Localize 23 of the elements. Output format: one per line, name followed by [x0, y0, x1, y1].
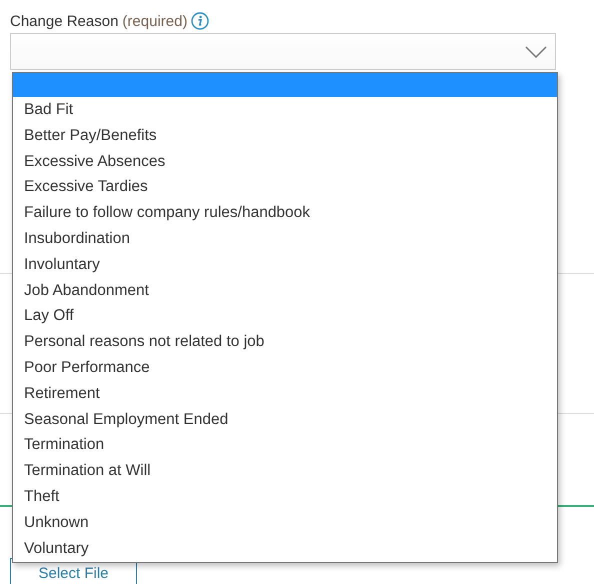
dropdown-option[interactable]: Termination at Will: [13, 458, 557, 484]
dropdown-option[interactable]: Lay Off: [13, 303, 557, 330]
dropdown-option[interactable]: Excessive Absences: [13, 148, 557, 174]
dropdown-option[interactable]: [13, 73, 557, 97]
dropdown-option[interactable]: Better Pay/Benefits: [13, 122, 557, 149]
dropdown-option[interactable]: Retirement: [13, 380, 557, 407]
dropdown-option[interactable]: Insubordination: [13, 226, 557, 252]
dropdown-option[interactable]: Theft: [13, 484, 557, 510]
dropdown-option[interactable]: Job Abandonment: [13, 278, 557, 304]
dropdown-option[interactable]: Poor Performance: [13, 354, 557, 381]
dropdown-option[interactable]: Personal reasons not related to job: [13, 329, 557, 355]
field-label: Change Reason: [10, 12, 118, 30]
dropdown-option[interactable]: Unknown: [13, 510, 557, 536]
dropdown-option[interactable]: Seasonal Employment Ended: [13, 406, 557, 432]
dropdown-option[interactable]: Excessive Tardies: [13, 174, 557, 200]
dropdown-option[interactable]: Termination: [13, 432, 557, 458]
required-hint: (required): [122, 12, 188, 30]
dropdown-option[interactable]: Failure to follow company rules/handbook: [13, 200, 557, 226]
reason-select[interactable]: [10, 33, 556, 70]
chevron-down-icon: [525, 46, 547, 58]
info-icon[interactable]: [191, 12, 210, 30]
dropdown-option[interactable]: Involuntary: [13, 252, 557, 278]
dropdown-option[interactable]: Bad Fit: [13, 97, 557, 123]
